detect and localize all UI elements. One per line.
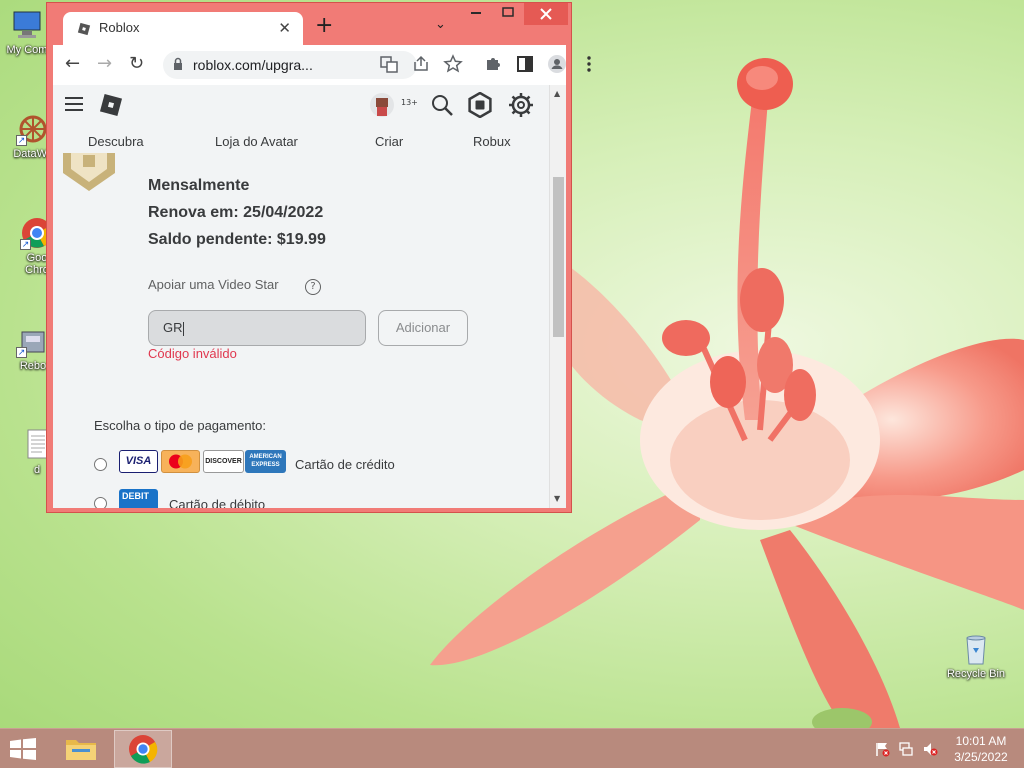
amex-text: AMERICAN EXPRESS: [249, 454, 282, 468]
credit-card-radio[interactable]: [94, 458, 107, 471]
browser-window: Roblox ✕ + ⌄ ← → ↻ roblox.com/upgra... 1…: [46, 2, 591, 513]
recycle-bin-icon: [959, 632, 993, 666]
window-close-button[interactable]: [524, 3, 568, 25]
invalid-code-error: Código inválido: [148, 346, 237, 361]
side-panel-icon[interactable]: [515, 54, 535, 74]
datawa-icon: ↗: [16, 112, 50, 146]
clock-date: 3/25/2022: [954, 750, 1008, 764]
browser-toolbar: ← → ↻ roblox.com/upgra...: [53, 45, 591, 85]
browser-tab-roblox[interactable]: Roblox ✕: [63, 12, 303, 45]
debit-card-radio[interactable]: [94, 497, 107, 508]
reload-icon[interactable]: ↻: [129, 54, 144, 74]
nav-tab-descubra[interactable]: Descubra: [88, 134, 144, 149]
system-clock[interactable]: 10:01 AM 3/25/2022: [946, 733, 1016, 765]
support-video-star-label: Apoiar uma Video Star: [148, 277, 279, 292]
taskbar-file-explorer[interactable]: [52, 730, 110, 768]
folder-icon: [66, 740, 96, 760]
chrome-menu-icon[interactable]: [579, 54, 599, 74]
roblox-logo-icon[interactable]: [99, 93, 123, 117]
desktop-icon-recycle-bin[interactable]: Recycle Bin: [940, 632, 1012, 680]
hamburger-menu-icon[interactable]: [65, 96, 85, 112]
roblox-header: 13+ Descubra Loja do Avatar Criar Robux: [53, 85, 547, 159]
robux-icon[interactable]: [467, 92, 493, 118]
new-tab-button[interactable]: +: [315, 15, 333, 37]
star-code-value: GR: [163, 320, 183, 335]
clock-time: 10:01 AM: [955, 734, 1007, 748]
shortcut-arrow-icon: ↗: [16, 347, 27, 358]
user-avatar-icon[interactable]: [369, 92, 395, 118]
program-icon: ↗: [16, 324, 50, 358]
minimize-button[interactable]: [460, 3, 492, 25]
search-icon[interactable]: [430, 93, 454, 117]
chrome-taskbar-icon: [129, 735, 158, 764]
debit-card-label: Cartão de débito: [169, 497, 266, 508]
roblox-favicon-icon: [77, 22, 91, 36]
shortcut-arrow-icon: ↗: [20, 239, 31, 250]
title-bar[interactable]: Roblox ✕ + ⌄: [47, 3, 571, 45]
billing-period: Mensalmente: [148, 177, 250, 194]
action-center-flag-icon[interactable]: [874, 741, 890, 757]
taskbar-google-chrome[interactable]: [114, 730, 172, 768]
shortcut-arrow-icon: ↗: [16, 135, 27, 146]
payment-type-label: Escolha o tipo de pagamento:: [94, 418, 267, 433]
desktop-icon-label: Recycle Bin: [946, 668, 1006, 680]
nav-tab-criar[interactable]: Criar: [375, 134, 403, 149]
discover-card-logo: DISCOVER: [203, 450, 244, 473]
pending-balance: Saldo pendente: $19.99: [148, 231, 326, 248]
premium-badge-icon: [63, 153, 115, 191]
scroll-down-arrow-icon[interactable]: ▼: [554, 494, 560, 503]
page-viewport: 13+ Descubra Loja do Avatar Criar Robux …: [53, 85, 566, 508]
visa-card-logo: VISA: [119, 450, 158, 473]
scrollbar-thumb[interactable]: [553, 177, 564, 337]
help-icon[interactable]: ?: [305, 279, 321, 295]
age-badge: 13+: [401, 98, 418, 107]
renewal-date: Renova em: 25/04/2022: [148, 204, 324, 221]
text-cursor: [182, 321, 184, 336]
debit-card-logo: DEBIT: [119, 489, 158, 508]
share-icon[interactable]: [411, 54, 431, 74]
lock-icon: [174, 57, 182, 70]
page-scrollbar[interactable]: ▲ ▼: [549, 85, 566, 508]
mastercard-logo: [161, 450, 200, 473]
computer-icon: [10, 8, 44, 42]
network-icon[interactable]: [898, 741, 914, 757]
credit-card-label: Cartão de crédito: [295, 457, 395, 472]
forward-arrow-icon[interactable]: →: [97, 54, 112, 74]
settings-gear-icon[interactable]: [508, 92, 534, 118]
amex-card-logo: AMERICAN EXPRESS: [245, 450, 286, 473]
tab-search-chevron-icon[interactable]: ⌄: [435, 17, 446, 32]
url-text: roblox.com/upgra...: [193, 57, 313, 73]
taskbar: 10:01 AM 3/25/2022: [0, 728, 1024, 768]
add-code-button[interactable]: Adicionar: [378, 310, 468, 346]
back-arrow-icon[interactable]: ←: [65, 54, 80, 74]
nav-tab-robux[interactable]: Robux: [473, 134, 511, 149]
profile-avatar-icon[interactable]: [547, 54, 567, 74]
scroll-up-arrow-icon[interactable]: ▲: [554, 89, 560, 98]
tab-title: Roblox: [99, 20, 140, 35]
nav-tab-loja-do-avatar[interactable]: Loja do Avatar: [215, 134, 298, 149]
premium-upgrade-content: Mensalmente Renova em: 25/04/2022 Saldo …: [53, 153, 547, 508]
tab-close-icon[interactable]: ✕: [278, 19, 291, 37]
mastercard-circles-icon: [169, 454, 192, 469]
maximize-button[interactable]: [492, 3, 524, 25]
windows-start-icon[interactable]: [8, 738, 38, 760]
bookmark-star-icon[interactable]: [443, 54, 463, 74]
translate-icon[interactable]: [379, 54, 399, 74]
star-code-input[interactable]: GR: [148, 310, 366, 346]
extensions-puzzle-icon[interactable]: [483, 54, 503, 74]
volume-muted-icon[interactable]: [922, 741, 938, 757]
